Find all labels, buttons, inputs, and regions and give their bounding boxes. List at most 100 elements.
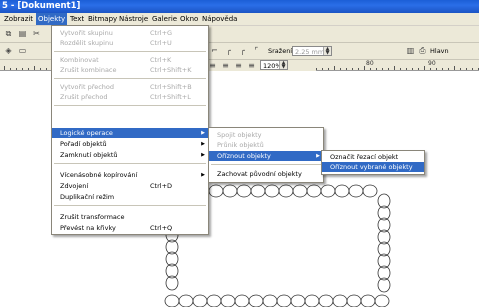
menu-item[interactable]: Rozdělit skupinu Ctrl+U	[52, 38, 208, 48]
menu-item-label: Vícenásobné kopírování	[60, 171, 138, 179]
menu-separator	[54, 105, 206, 106]
menu-napoveda[interactable]: Nápověda	[200, 13, 239, 25]
ruler-tick	[424, 66, 425, 70]
chain-link	[236, 184, 252, 198]
menu-item[interactable]: Vícenásobné kopírování ▶	[52, 170, 208, 180]
ruler-tick	[40, 68, 41, 70]
menu-item[interactable]: Oříznout objekty ▶	[209, 151, 323, 161]
menu-item[interactable]: Duplikační režim	[52, 192, 208, 202]
menu-item[interactable]: Průnik objektů	[209, 140, 323, 150]
menu-item-shortcut: Ctrl+U	[150, 39, 172, 47]
ruler-tick	[46, 68, 47, 70]
ruler-tick	[394, 66, 395, 70]
align-center-icon[interactable]: ≡	[219, 60, 232, 72]
chain-link	[220, 294, 236, 307]
ruler-tick	[436, 68, 437, 70]
menu-item-label: Zdvojení	[60, 182, 89, 190]
submenu-arrow-icon: ▶	[316, 153, 320, 159]
menu-item-shortcut: Ctrl+D	[150, 182, 173, 190]
menu-item[interactable]: Logické operace ▶	[52, 128, 208, 138]
menu-zobrazit[interactable]: Zobrazit	[2, 13, 35, 25]
menu-item-label: Označit řezací objekt	[330, 153, 399, 161]
ruler-tick	[4, 66, 5, 70]
chain-link	[362, 184, 378, 198]
corner-round-icon[interactable]: ╭	[222, 45, 235, 57]
submenu-arrow-icon: ▶	[201, 152, 205, 158]
paste-icon[interactable]: ▤	[16, 28, 29, 40]
menu-objekty[interactable]: Objekty	[36, 13, 68, 25]
chain-link	[222, 184, 238, 198]
copy-icon[interactable]: ⧉	[2, 28, 15, 40]
ruler-tick	[16, 68, 17, 70]
menu-item-label: Zrušit kombinace	[60, 66, 117, 74]
menu-item[interactable]: Vytvořit skupinu Ctrl+G	[52, 28, 208, 38]
menu-item[interactable]: Vytvořit přechod Ctrl+Shift+B	[52, 82, 208, 92]
shape-icon[interactable]: ◈	[2, 45, 15, 57]
menu-item-label: Zamknutí objektů	[60, 151, 118, 159]
chain-link	[306, 184, 322, 198]
align-justify-icon[interactable]: ≡	[245, 60, 258, 72]
menu-item[interactable]: Oříznout vybrané objekty	[322, 162, 424, 172]
frame-icon[interactable]: ▭	[16, 45, 29, 57]
cut-icon[interactable]: ✂	[30, 28, 43, 40]
menu-separator	[54, 163, 206, 164]
menu-item[interactable]: Převést na křivky Ctrl+Q	[52, 223, 208, 233]
ruler-number: 80	[366, 60, 374, 67]
chain-link	[178, 294, 194, 307]
objekty-dropdown: Vytvořit skupinu Ctrl+G Rozdělit skupinu Ct…	[51, 25, 209, 235]
corner-round2-icon[interactable]: ╭	[236, 45, 249, 57]
menu-item[interactable]: Zachovat původní objekty	[209, 169, 323, 179]
menu-item[interactable]: Zrušit přechod Ctrl+Shift+L	[52, 92, 208, 102]
submenu-arrow-icon: ▶	[201, 172, 205, 178]
menu-okno[interactable]: Okno	[178, 13, 200, 25]
menu-text[interactable]: Text	[68, 13, 86, 25]
menu-item[interactable]: Spojit objekty	[209, 130, 323, 140]
menu-item-label: Kombinovat	[60, 56, 99, 64]
chain-link	[304, 294, 320, 307]
ruler-tick	[10, 68, 11, 70]
srazeni-input[interactable]: 2.25 mm ▲ ▼	[292, 46, 332, 56]
menu-separator	[54, 205, 206, 206]
menu-item[interactable]: Zamknutí objektů ▶	[52, 150, 208, 160]
chain-link	[234, 294, 250, 307]
menu-separator	[54, 78, 206, 79]
ruler-tick	[460, 68, 461, 70]
ruler-tick	[406, 68, 407, 70]
spin-arrows-icon[interactable]: ▲ ▼	[279, 61, 287, 70]
menu-separator	[211, 164, 321, 165]
align-right-icon[interactable]: ≡	[232, 60, 245, 72]
menu-item[interactable]: Označit řezací objekt	[322, 152, 424, 162]
menu-item[interactable]: Zrušit transformace	[52, 212, 208, 222]
corner-square-icon[interactable]: ⌐	[208, 45, 221, 57]
menu-item[interactable]: Kombinovat Ctrl+K	[52, 55, 208, 65]
spin-arrows-icon[interactable]: ▲ ▼	[323, 47, 331, 56]
right-label: Hlavn	[430, 47, 449, 55]
ruler-tick	[382, 68, 383, 70]
ruler-tick	[22, 68, 23, 70]
menu-item[interactable]: Zdvojení Ctrl+D	[52, 181, 208, 191]
chain-link	[206, 294, 222, 307]
ruler-tick	[28, 68, 29, 70]
menu-bitmapy[interactable]: Bitmapy	[86, 13, 119, 25]
menu-item-label: Zachovat původní objekty	[217, 170, 302, 178]
menu-item[interactable]: Zrušit kombinace Ctrl+Shift+K	[52, 65, 208, 75]
chain-link	[278, 184, 294, 198]
title-bar: 5 - [Dokument1]	[0, 0, 479, 13]
print-icon[interactable]: ⎙	[416, 45, 429, 57]
chain-link	[262, 294, 278, 307]
menu-item-label: Zrušit transformace	[60, 213, 125, 221]
menu-item[interactable]: Pořadí objektů ▶	[52, 139, 208, 149]
menu-galerie[interactable]: Galerie	[150, 13, 179, 25]
menu-item-shortcut: Ctrl+Shift+B	[150, 83, 192, 91]
ruler-tick	[358, 68, 359, 70]
chain-link	[208, 184, 224, 198]
ruler-tick	[472, 68, 473, 70]
window-title: 5 - [Dokument1]	[2, 1, 81, 11]
ruler-tick	[430, 68, 431, 70]
zoom-input[interactable]: 120% ▲ ▼	[260, 60, 288, 70]
corner-chamfer-icon[interactable]: ⌜	[250, 45, 263, 57]
menu-nastroje[interactable]: Nástroje	[117, 13, 150, 25]
chain-link	[346, 294, 362, 307]
menu-item-shortcut: Ctrl+Shift+L	[150, 93, 191, 101]
menu-item-label: Zrušit přechod	[60, 93, 108, 101]
